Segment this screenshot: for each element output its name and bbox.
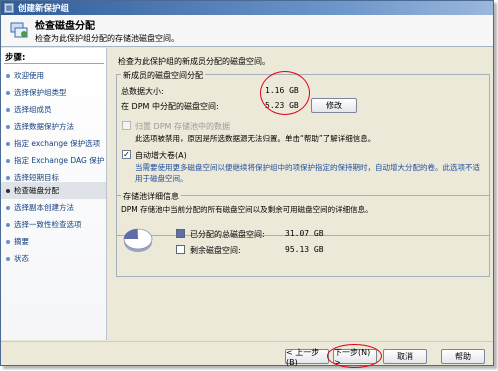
free-legend-swatch <box>176 245 185 254</box>
dpm-space-value: 5.23 GB <box>265 101 299 110</box>
allocated-legend-swatch <box>176 229 185 238</box>
pie-allocated-slice <box>124 229 138 239</box>
bullet-icon <box>6 175 10 180</box>
step-label: 状态 <box>14 254 29 263</box>
total-data-value: 1.16 GB <box>265 86 299 95</box>
steps-divider <box>4 63 104 64</box>
step-label: 指定 Exchange DAG 保护 <box>14 156 105 165</box>
storage-pie-chart <box>123 228 153 252</box>
bullet-icon <box>6 222 10 227</box>
step-label: 检查磁盘分配 <box>14 186 59 195</box>
step-label: 选择一致性检查选项 <box>14 220 82 229</box>
protection-group-icon <box>10 22 28 38</box>
help-button[interactable]: 帮助 <box>441 349 485 364</box>
step-group-members[interactable]: 选择组成员 <box>1 101 106 118</box>
steps-sidebar: 步骤: 欢迎使用 选择保护组类型 选择组成员 选择数据保护方法 指定 excha… <box>1 48 107 340</box>
colocate-checkbox[interactable] <box>122 121 131 130</box>
bullet-icon <box>6 188 10 193</box>
free-label: 剩余磁盘空间: <box>190 246 241 255</box>
autogrow-label: 自动增大卷(A) <box>135 151 187 160</box>
page-subtitle: 检查为此保护组分配的存储池磁盘空间。 <box>35 34 179 43</box>
step-exchange-options[interactable]: 指定 exchange 保护选项 <box>1 135 106 152</box>
steps-title: 步骤: <box>5 53 26 63</box>
step-disk-allocation[interactable]: 检查磁盘分配 <box>1 182 106 199</box>
allocation-group-title: 新成员的磁盘空间分配 <box>121 70 205 81</box>
storage-pool-group: 存储池详细信息 DPM 存储池中当前分配的所有磁盘空间以及剩余可用磁盘空间的详细… <box>116 191 490 277</box>
autogrow-checkbox[interactable]: ✓ <box>122 150 131 159</box>
step-welcome[interactable]: 欢迎使用 <box>1 67 106 84</box>
step-exchange-dag[interactable]: 指定 Exchange DAG 保护 <box>1 152 106 169</box>
page-title: 检查磁盘分配 <box>35 21 95 32</box>
bullet-icon <box>6 239 10 244</box>
step-label: 欢迎使用 <box>14 71 44 80</box>
storage-pool-group-title: 存储池详细信息 <box>121 191 181 202</box>
storage-pool-description: DPM 存储池中当前分配的所有磁盘空间以及剩余可用磁盘空间的详细信息。 <box>121 205 373 214</box>
bullet-icon <box>6 124 10 129</box>
colocate-label: 归置 DPM 存储池中的数据 <box>135 122 230 131</box>
step-protection-method[interactable]: 选择数据保护方法 <box>1 118 106 135</box>
next-button[interactable]: 下一步(N) > <box>333 348 377 367</box>
back-button[interactable]: < 上一步(B) <box>285 348 329 367</box>
step-label: 选择组成员 <box>14 105 52 114</box>
bullet-icon <box>6 107 10 112</box>
step-label: 指定 exchange 保护选项 <box>14 139 101 148</box>
bullet-icon <box>6 205 10 210</box>
step-label: 选择保护组类型 <box>14 88 67 97</box>
bullet-icon <box>6 256 10 261</box>
step-label: 摘要 <box>14 237 29 246</box>
bullet-icon <box>6 90 10 95</box>
step-label: 选择数据保护方法 <box>14 122 74 131</box>
colocate-note: 此选项被禁用，原因是所选数据源无法归置。单击“帮助”了解详细信息。 <box>135 134 376 143</box>
app-icon: ▦ <box>4 3 14 13</box>
footer-divider <box>1 341 493 342</box>
dpm-space-label: 在 DPM 中分配的磁盘空间: <box>121 102 219 111</box>
wizard-header: 检查磁盘分配 检查为此保护组分配的存储池磁盘空间。 <box>1 15 493 47</box>
bullet-icon <box>6 141 10 146</box>
step-summary[interactable]: 摘要 <box>1 233 106 250</box>
step-label: 选择副本创建方法 <box>14 203 74 212</box>
step-status[interactable]: 状态 <box>1 250 106 267</box>
allocated-value: 31.07 GB <box>285 229 324 238</box>
allocated-label: 已分配的总磁盘空间: <box>190 230 265 239</box>
title-bar[interactable]: ▦ 创建新保护组 <box>1 1 493 15</box>
window-title: 创建新保护组 <box>18 4 70 14</box>
bullet-icon <box>6 158 10 163</box>
intro-text: 检查为此保护组的新成员分配的磁盘空间。 <box>118 57 270 66</box>
wizard-window: ▦ 创建新保护组 检查磁盘分配 检查为此保护组分配的存储池磁盘空间。 步骤: 欢… <box>0 0 494 368</box>
step-consistency-check[interactable]: 选择一致性检查选项 <box>1 216 106 233</box>
cancel-button[interactable]: 取消 <box>383 349 427 364</box>
autogrow-note: 当需要使用更多磁盘空间以便继续将保护组中的项保护指定的保持期时，自动增大分配的卷… <box>135 163 480 183</box>
step-group-type[interactable]: 选择保护组类型 <box>1 84 106 101</box>
total-data-label: 总数据大小: <box>121 87 164 96</box>
step-replica-creation[interactable]: 选择副本创建方法 <box>1 199 106 216</box>
bullet-icon <box>6 73 10 78</box>
modify-button[interactable]: 修改 <box>311 98 357 113</box>
free-value: 95.13 GB <box>285 245 324 254</box>
